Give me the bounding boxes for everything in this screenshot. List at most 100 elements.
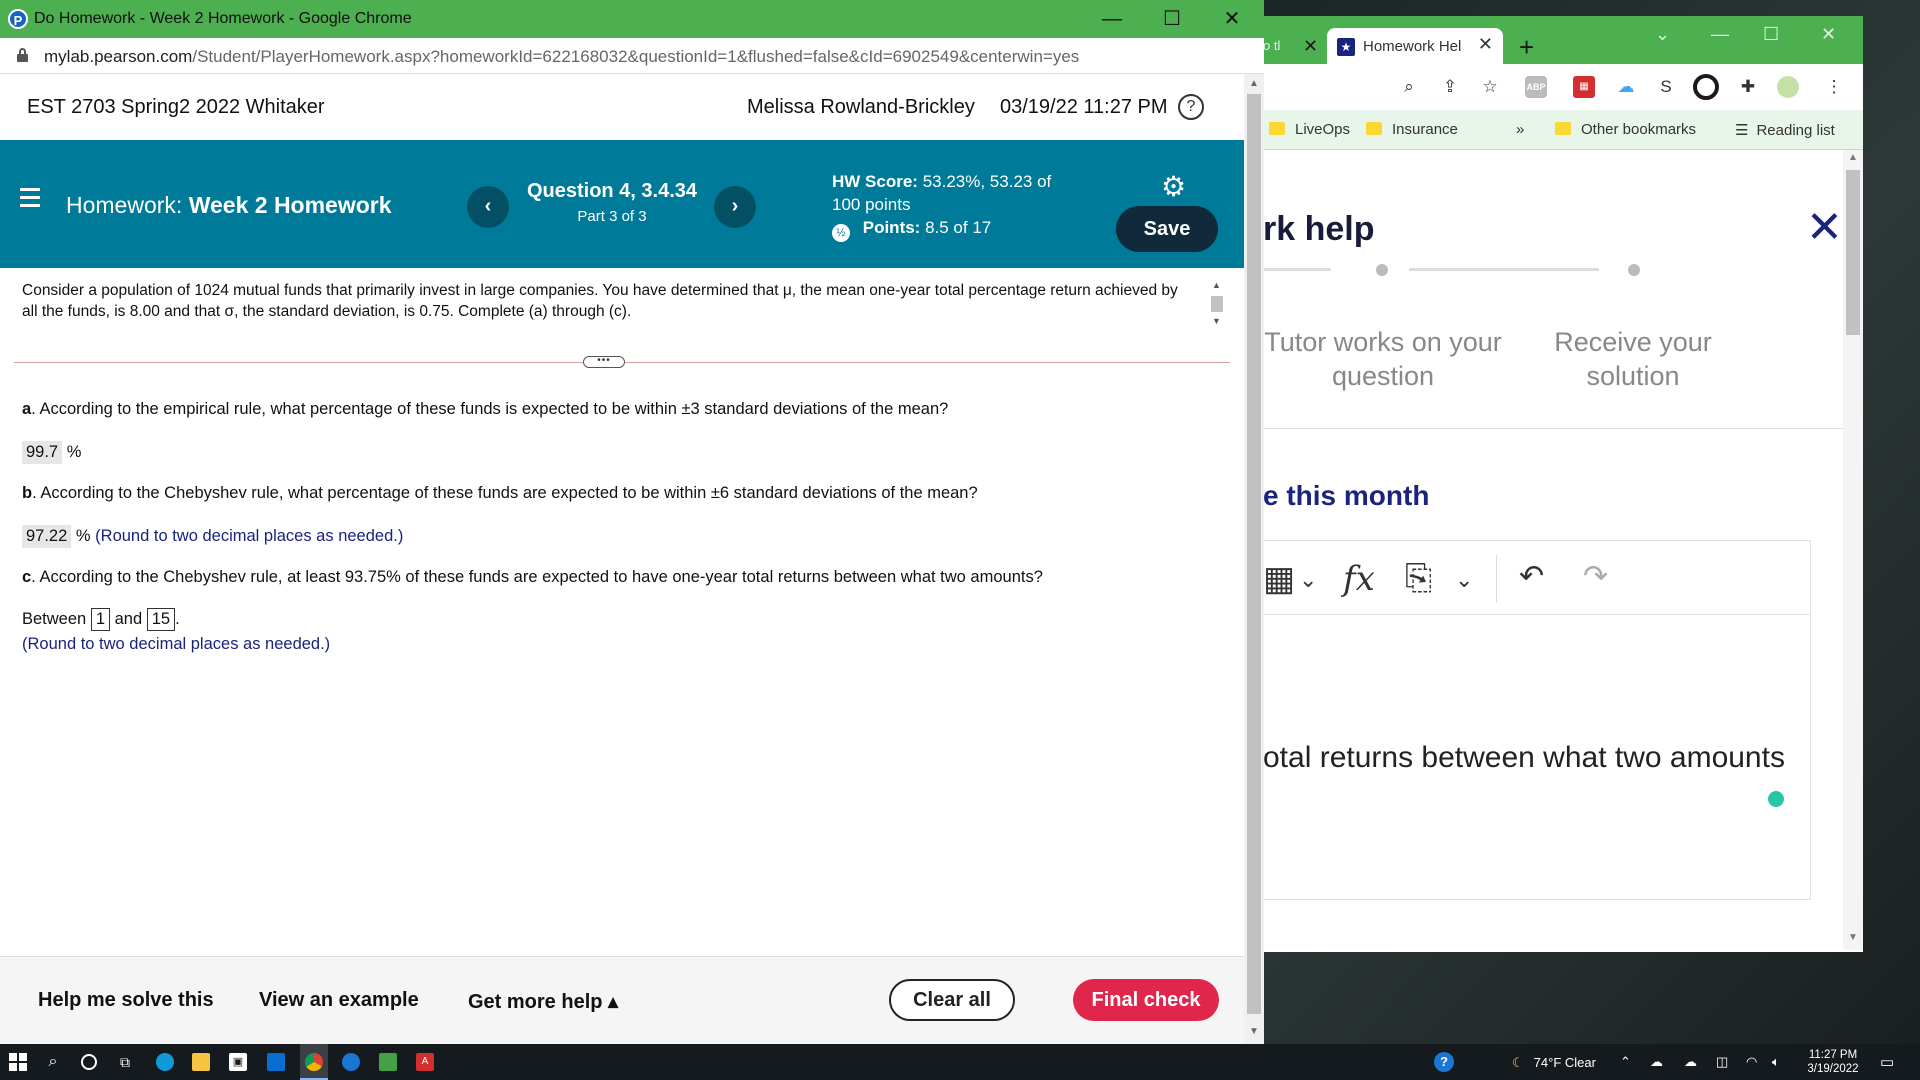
chevron-down-icon[interactable]: ⌄: [1299, 567, 1317, 593]
address-bar[interactable]: mylab.pearson.com/Student/PlayerHomework…: [0, 38, 1264, 74]
store-icon[interactable]: ▣: [229, 1053, 247, 1071]
close-tab-icon[interactable]: ✕: [1303, 36, 1318, 57]
reading-list[interactable]: ☰ Reading list: [1735, 121, 1835, 139]
answer-a-value[interactable]: 99.7: [22, 441, 63, 464]
get-more-help-button[interactable]: Get more help ▴: [468, 989, 618, 1014]
photos-icon[interactable]: [379, 1053, 397, 1071]
tab-label: Homework Hel: [1363, 38, 1462, 55]
lock-icon[interactable]: [17, 48, 28, 62]
scroll-down-arrow-icon[interactable]: ▼: [1848, 932, 1858, 943]
background-tab-active[interactable]: ★ Homework Hel ✕: [1327, 28, 1503, 64]
partial-credit-icon: ½: [832, 224, 850, 242]
network-blocked-icon[interactable]: ☁: [1684, 1054, 1697, 1070]
redo-icon[interactable]: ↷: [1583, 559, 1608, 594]
close-window-icon[interactable]: ✕: [1212, 4, 1252, 34]
main-browser-window[interactable]: P Do Homework - Week 2 Homework - Google…: [0, 0, 1264, 1044]
acrobat-icon[interactable]: A: [416, 1053, 434, 1071]
editor-question-text: otal returns between what two amounts: [1263, 741, 1785, 774]
maximize-icon[interactable]: ☐: [1763, 24, 1779, 45]
save-button[interactable]: Save: [1116, 206, 1218, 252]
background-browser-window[interactable]: o tl ✕ ★ Homework Hel ✕ + ⌄ — ☐ ✕ ⌕ ⇪ ☆ …: [1263, 16, 1863, 952]
scroll-down-arrow-icon[interactable]: ▼: [1212, 316, 1221, 326]
chrome-icon[interactable]: [305, 1053, 323, 1071]
close-icon[interactable]: ✕: [1806, 202, 1843, 253]
final-check-button[interactable]: Final check: [1073, 979, 1219, 1021]
reading-list-icon: ☰: [1735, 122, 1749, 139]
maximize-icon[interactable]: ☐: [1152, 4, 1192, 34]
minimize-icon[interactable]: —: [1092, 4, 1132, 34]
bookmark-insurance[interactable]: Insurance: [1366, 121, 1458, 138]
help-me-solve-button[interactable]: Help me solve this: [38, 989, 214, 1012]
mail-icon[interactable]: [267, 1053, 285, 1071]
task-view-icon[interactable]: ⧉: [116, 1053, 134, 1071]
new-tab-icon[interactable]: +: [1519, 32, 1534, 63]
answer-b-value[interactable]: 97.22: [22, 525, 72, 548]
scroll-up-arrow-icon[interactable]: ▲: [1212, 280, 1221, 290]
url-text[interactable]: mylab.pearson.com/Student/PlayerHomework…: [44, 47, 1079, 67]
code-document-icon[interactable]: ⎘: [1405, 559, 1432, 598]
cloud-extension-icon[interactable]: ☁: [1615, 76, 1637, 98]
pearson-favicon-icon: P: [8, 9, 28, 29]
s-extension-icon[interactable]: S: [1655, 76, 1677, 98]
close-window-icon[interactable]: ✕: [1821, 24, 1836, 45]
minimize-icon[interactable]: —: [1711, 24, 1729, 45]
o-extension-icon[interactable]: [1693, 74, 1719, 100]
share-icon[interactable]: ⇪: [1439, 76, 1461, 98]
wifi-icon[interactable]: ◠: [1746, 1054, 1757, 1070]
adblock-extension-icon[interactable]: ABP: [1525, 76, 1547, 98]
answer-c-high-input[interactable]: 15: [146, 608, 176, 631]
problem-scrollbar[interactable]: ▲ ▼: [1208, 278, 1226, 328]
bookmark-star-icon[interactable]: ☆: [1479, 76, 1501, 98]
close-tab-icon[interactable]: ✕: [1478, 34, 1493, 55]
edge-browser-icon[interactable]: [156, 1053, 174, 1071]
bookmarks-overflow-chevron[interactable]: »: [1516, 121, 1524, 138]
calendar-extension-icon[interactable]: ▦: [1573, 76, 1595, 98]
search-icon[interactable]: ⌕: [44, 1053, 62, 1071]
pane-resize-handle[interactable]: •••: [583, 356, 625, 368]
scroll-up-arrow-icon[interactable]: ▲: [1848, 152, 1858, 163]
scroll-down-arrow-icon[interactable]: ▼: [1249, 1026, 1259, 1037]
file-explorer-icon[interactable]: [192, 1053, 210, 1071]
scroll-thumb[interactable]: [1247, 94, 1261, 1014]
app-icon[interactable]: [342, 1053, 360, 1071]
scroll-up-arrow-icon[interactable]: ▲: [1249, 78, 1259, 89]
view-example-button[interactable]: View an example: [259, 989, 419, 1012]
page-scrollbar[interactable]: ▲ ▼: [1244, 74, 1264, 1044]
meet-now-icon[interactable]: ◫: [1716, 1054, 1728, 1070]
table-icon[interactable]: ▦: [1263, 559, 1295, 599]
question-editor[interactable]: ▦ ⌄ fx ⎘ ⌄ ↶ ↷ otal returns between what…: [1263, 540, 1811, 900]
onedrive-icon[interactable]: ☁: [1650, 1054, 1663, 1070]
kebab-menu-icon[interactable]: ⋮: [1823, 76, 1845, 98]
windows-start-icon[interactable]: [9, 1053, 27, 1071]
help-app-icon[interactable]: ?: [1434, 1052, 1454, 1072]
scroll-thumb[interactable]: [1846, 170, 1860, 335]
tray-chevron-up-icon[interactable]: ⌃: [1620, 1054, 1631, 1070]
background-toolbar: ⌕ ⇪ ☆ ABP ▦ ☁ S ✚ ⋮: [1263, 64, 1863, 110]
weather-widget[interactable]: ☾ 74°F Clear: [1512, 1055, 1596, 1071]
zoom-icon[interactable]: ⌕: [1398, 76, 1420, 98]
bookmark-liveops[interactable]: LiveOps: [1269, 121, 1350, 138]
question-c-answer: Between 1 and 15.: [22, 608, 180, 631]
chevron-down-icon[interactable]: ⌄: [1455, 567, 1473, 593]
scroll-thumb[interactable]: [1211, 296, 1223, 312]
next-question-button[interactable]: ›: [714, 186, 756, 228]
panel-scrollbar[interactable]: ▲ ▼: [1843, 150, 1863, 950]
folder-icon: [1555, 122, 1571, 135]
notification-icon[interactable]: ▭: [1880, 1053, 1894, 1071]
gear-icon[interactable]: ⚙: [1161, 170, 1186, 203]
help-icon[interactable]: ?: [1178, 94, 1204, 120]
function-fx-icon[interactable]: fx: [1343, 559, 1375, 599]
volume-icon[interactable]: 🔈︎: [1772, 1054, 1780, 1070]
undo-icon[interactable]: ↶: [1519, 559, 1544, 594]
clock[interactable]: 11:27 PM 3/19/2022: [1796, 1048, 1870, 1076]
answer-c-low-input[interactable]: 1: [90, 608, 110, 631]
hamburger-menu-icon[interactable]: [20, 188, 40, 212]
extensions-puzzle-icon[interactable]: ✚: [1737, 76, 1759, 98]
question-a-answer: 99.7 %: [22, 441, 81, 464]
profile-avatar-icon[interactable]: [1777, 76, 1799, 98]
background-tab-previous[interactable]: o tl ✕: [1263, 30, 1323, 64]
clear-all-button[interactable]: Clear all: [889, 979, 1015, 1021]
bookmark-other-bookmarks[interactable]: Other bookmarks: [1555, 121, 1696, 138]
cortana-icon[interactable]: [81, 1054, 97, 1070]
tab-search-chevron-icon[interactable]: ⌄: [1655, 24, 1670, 45]
